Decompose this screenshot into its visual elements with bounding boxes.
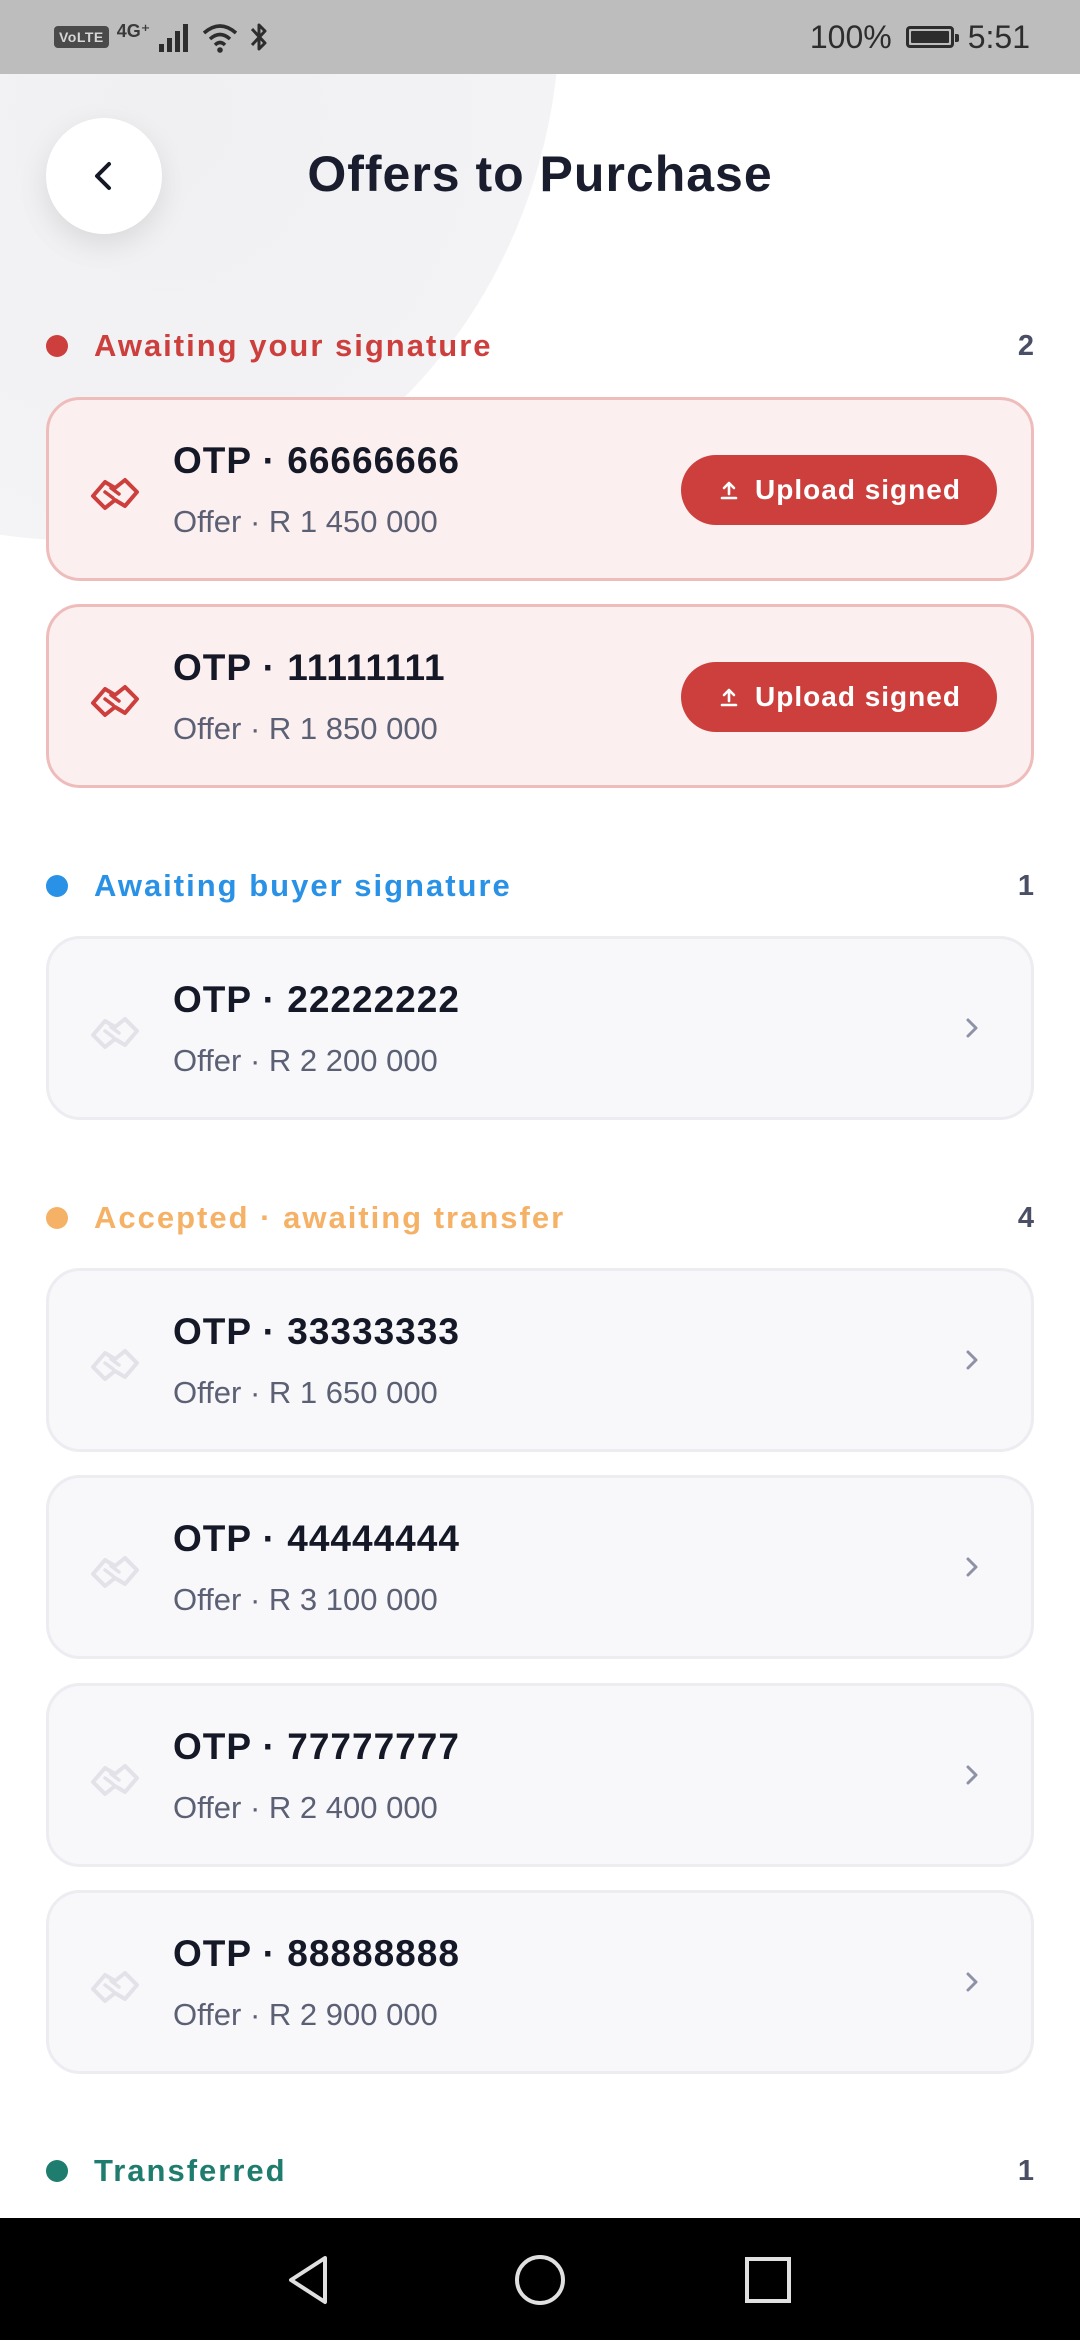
upload-signed-button[interactable]: Upload signed	[681, 662, 997, 732]
battery-icon	[905, 26, 959, 48]
page-title: Offers to Purchase	[307, 146, 773, 202]
upload-signed-button[interactable]: Upload signed	[681, 455, 997, 525]
upload-icon	[720, 688, 738, 707]
chevron-right-icon	[966, 1972, 978, 1992]
offer-amount: Offer · R 1 850 000	[173, 711, 438, 746]
section-count: 1	[1017, 2154, 1034, 2187]
otp-card[interactable]: OTP · 11111111 Offer · R 1 850 000 Uploa…	[46, 604, 1034, 788]
wifi-icon	[203, 24, 238, 53]
offer-amount: Offer · R 3 100 000	[173, 1582, 438, 1617]
offer-amount: Offer · R 2 400 000	[173, 1790, 438, 1825]
section-header-awaiting-buyer-signature: Awaiting buyer signature 1	[46, 861, 1034, 911]
system-nav-bar	[0, 2218, 1080, 2340]
nav-recents-button[interactable]	[728, 2240, 808, 2320]
triangle-back-icon	[289, 2256, 327, 2304]
section-label: Awaiting buyer signature	[94, 868, 512, 903]
offer-amount: Offer · R 1 650 000	[173, 1375, 438, 1410]
otp-number: OTP · 22222222	[173, 979, 460, 1020]
upload-icon	[720, 481, 738, 500]
section-header-transferred: Transferred 1	[46, 2146, 1034, 2196]
chevron-right-icon	[966, 1765, 978, 1785]
handshake-icon	[91, 1971, 139, 2003]
otp-card[interactable]: OTP · 77777777 Offer · R 2 400 000	[46, 1683, 1034, 1867]
clock: 5:51	[967, 18, 1030, 55]
section-header-accepted-awaiting-transfer: Accepted · awaiting transfer 4	[46, 1193, 1034, 1243]
status-dot	[46, 875, 68, 897]
otp-number: OTP · 44444444	[173, 1518, 460, 1559]
circle-home-icon	[515, 2255, 565, 2305]
otp-card[interactable]: OTP · 22222222 Offer · R 2 200 000	[46, 936, 1034, 1120]
handshake-icon	[91, 1764, 139, 1796]
volte-badge: VoLTE	[54, 26, 109, 48]
battery-fill	[910, 31, 949, 43]
section-count: 1	[1017, 869, 1034, 902]
section-label: Accepted · awaiting transfer	[94, 1200, 566, 1235]
section-label: Awaiting your signature	[94, 328, 493, 363]
status-right: 100% 5:51	[810, 18, 1030, 56]
otp-card[interactable]: OTP · 44444444 Offer · R 3 100 000	[46, 1475, 1034, 1659]
otp-card[interactable]: OTP · 33333333 Offer · R 1 650 000	[46, 1268, 1034, 1452]
otp-number: OTP · 11111111	[173, 647, 446, 688]
section-header-awaiting-your-signature: Awaiting your signature 2	[46, 321, 1034, 371]
handshake-icon	[91, 1017, 139, 1049]
upload-signed-label: Upload signed	[755, 681, 961, 712]
handshake-icon	[91, 478, 139, 510]
offer-amount: Offer · R 1 450 000	[173, 504, 438, 539]
otp-number: OTP · 88888888	[173, 1933, 460, 1974]
offer-amount: Offer · R 2 900 000	[173, 1997, 438, 2032]
otp-card[interactable]: OTP · 88888888 Offer · R 2 900 000	[46, 1890, 1034, 2074]
otp-number: OTP · 66666666	[173, 440, 460, 481]
otp-number: OTP · 33333333	[173, 1311, 460, 1352]
signal-icon	[159, 24, 189, 52]
nav-back-button[interactable]	[268, 2240, 348, 2320]
status-dot	[46, 1207, 68, 1229]
chevron-right-icon	[966, 1018, 978, 1038]
upload-signed-label: Upload signed	[755, 474, 961, 505]
status-dot	[46, 2160, 68, 2182]
chevron-right-icon	[966, 1350, 978, 1370]
network-type: 4G⁺	[116, 20, 151, 41]
battery-percent: 100%	[809, 18, 892, 55]
offer-amount: Offer · R 2 200 000	[173, 1043, 438, 1078]
otp-number: OTP · 77777777	[173, 1726, 460, 1767]
status-left: VoLTE 4G⁺	[54, 20, 270, 54]
handshake-icon	[91, 685, 139, 717]
section-label: Transferred	[94, 2153, 287, 2188]
section-count: 2	[1017, 329, 1034, 362]
status-bar: VoLTE 4G⁺ 100% 5:51	[0, 0, 1080, 74]
bluetooth-icon	[251, 23, 267, 51]
chevron-right-icon	[966, 1557, 978, 1577]
status-dot	[46, 335, 68, 357]
nav-home-button[interactable]	[500, 2240, 580, 2320]
handshake-icon	[91, 1349, 139, 1381]
square-recents-icon	[745, 2257, 791, 2303]
screen: VoLTE 4G⁺ 100% 5:51 Offers to Purchase A…	[0, 0, 1080, 2340]
otp-card[interactable]: OTP · 66666666 Offer · R 1 450 000 Uploa…	[46, 397, 1034, 581]
handshake-icon	[91, 1556, 139, 1588]
section-count: 4	[1017, 1201, 1034, 1234]
